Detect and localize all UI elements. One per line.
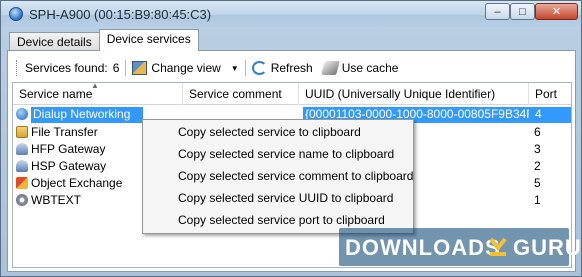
change-view-label: Change view (151, 61, 221, 75)
port-cell: 4 (529, 107, 571, 123)
column-header-uuid[interactable]: UUID (Universally Unique Identifier) (299, 83, 529, 105)
headset-icon (16, 160, 28, 172)
refresh-label: Refresh (270, 61, 313, 75)
column-header-service-comment[interactable]: Service comment (183, 83, 299, 105)
port-cell: 3 (534, 142, 541, 156)
port-cell: 6 (534, 125, 541, 139)
service-name-cell: Dialup Networking (31, 107, 143, 123)
window-title: SPH-A900 (00:15:B9:80:45:C3) (29, 7, 212, 22)
refresh-icon (251, 61, 267, 75)
folder-icon (16, 126, 28, 138)
column-header-port[interactable]: Port (529, 83, 571, 105)
toolbar-separator (125, 60, 127, 76)
use-cache-button[interactable]: Use cache (320, 61, 399, 75)
services-found-count: 6 (112, 61, 120, 75)
column-label: UUID (Universally Unique Identifier) (305, 87, 496, 101)
menu-item-copy-uuid[interactable]: Copy selected service UUID to clipboard (178, 187, 393, 209)
toolbar: Services found: 6 Change view ▼ Refresh … (12, 56, 570, 80)
toolbar-separator (244, 60, 246, 76)
column-label: Port (535, 87, 558, 101)
watermark-text-right: GURU (513, 235, 582, 260)
minimize-button[interactable]: – (485, 3, 510, 20)
sort-up-icon: ▲ (91, 82, 99, 90)
application-window: SPH-A900 (00:15:B9:80:45:C3) – □ ✕ Devic… (0, 0, 582, 277)
column-label: Service comment (189, 87, 282, 101)
context-menu: Copy selected service to clipboard Copy … (142, 119, 414, 234)
list-header: ▲ Service name Service comment UUID (Uni… (13, 83, 571, 105)
headset-icon (16, 143, 28, 155)
watermark-logo: DOWNLOADS GURU (339, 228, 581, 266)
column-label: Service name (19, 87, 93, 101)
download-arrow-icon (489, 237, 507, 256)
tab-strip: Device details Device services (9, 29, 199, 51)
cache-icon (320, 61, 340, 75)
toolbar-grip[interactable] (16, 60, 19, 76)
chevron-down-icon[interactable]: ▼ (231, 64, 239, 73)
menu-item-copy-name[interactable]: Copy selected service name to clipboard (178, 143, 394, 165)
tab-device-services[interactable]: Device services (98, 29, 199, 51)
port-cell: 5 (534, 176, 541, 190)
watermark-text-left: DOWNLOADS (345, 235, 501, 260)
network-globe-icon (16, 108, 28, 120)
title-bar[interactable]: SPH-A900 (00:15:B9:80:45:C3) – □ ✕ (1, 1, 581, 29)
exchange-icon (16, 177, 28, 189)
services-found-label: Services found: (25, 61, 108, 75)
bluetooth-device-icon (9, 7, 23, 21)
close-button[interactable]: ✕ (535, 3, 578, 20)
port-cell: 1 (534, 193, 541, 207)
use-cache-label: Use cache (341, 61, 399, 75)
refresh-button[interactable]: Refresh (251, 61, 313, 75)
tab-device-details[interactable]: Device details (9, 32, 100, 51)
maximize-button[interactable]: □ (510, 3, 535, 20)
port-cell: 2 (534, 159, 541, 173)
menu-item-copy-comment[interactable]: Copy selected service comment to clipboa… (178, 165, 413, 187)
menu-item-copy-service[interactable]: Copy selected service to clipboard (178, 121, 361, 143)
gear-icon (16, 194, 28, 206)
column-header-service-name[interactable]: ▲ Service name (13, 83, 183, 105)
view-icon (132, 61, 148, 75)
change-view-button[interactable]: Change view ▼ (132, 61, 239, 75)
